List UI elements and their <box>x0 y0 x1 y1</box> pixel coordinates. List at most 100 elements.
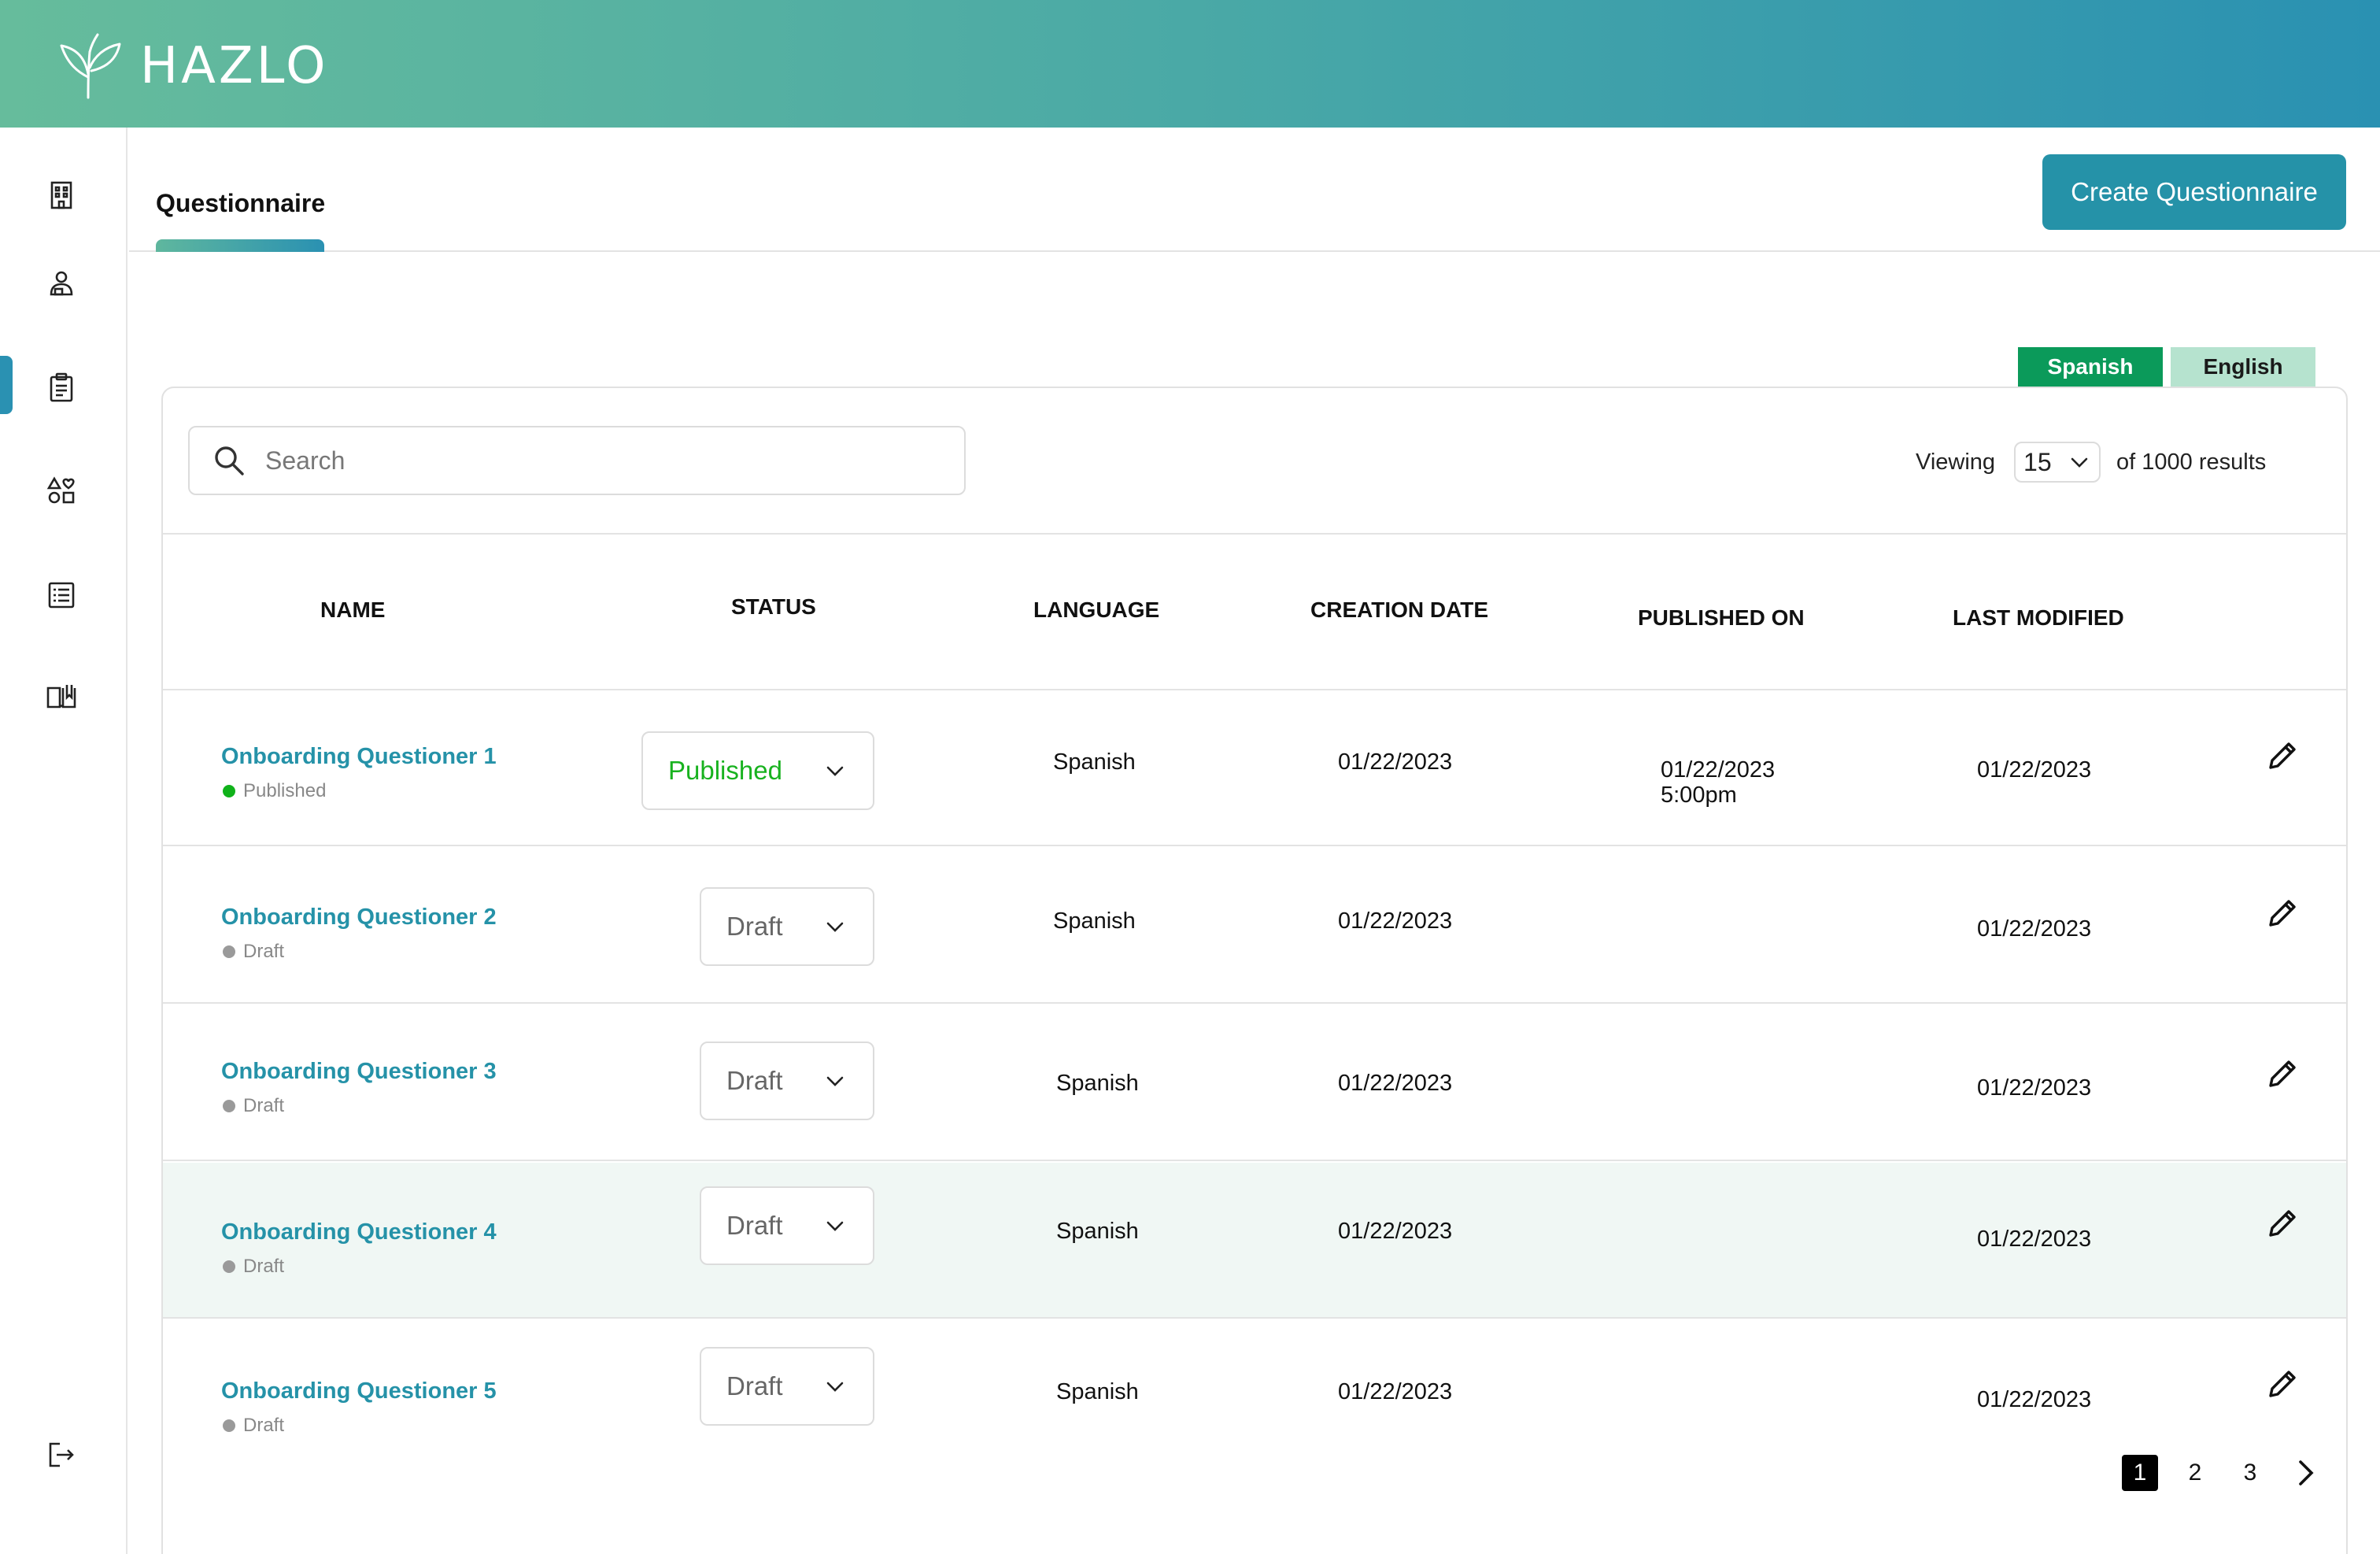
list-doc-icon <box>48 582 75 609</box>
row-status-text: Draft <box>243 1415 285 1436</box>
row-status-text: Published <box>243 780 327 801</box>
row-status-indicator: Draft <box>223 1415 284 1437</box>
page-3-button[interactable]: 3 <box>2232 1455 2268 1491</box>
last-modified-cell: 01/22/2023 <box>1977 1227 2092 1252</box>
column-header-status[interactable]: STATUS <box>731 594 816 620</box>
user-badge-icon <box>50 271 73 296</box>
status-dot-icon <box>223 945 235 958</box>
brand-name: HAZLO <box>140 37 329 95</box>
status-dropdown[interactable]: Draft <box>700 1347 874 1426</box>
table-row: Onboarding Questioner 4 Draft Draft Span… <box>163 1163 2346 1319</box>
page-1-button[interactable]: 1 <box>2122 1455 2158 1491</box>
column-header-language[interactable]: LANGUAGE <box>1033 598 1159 623</box>
last-modified-cell: 01/22/2023 <box>1977 757 2092 783</box>
status-dropdown-value: Published <box>668 756 782 785</box>
sidebar-item-questionnaires[interactable] <box>42 368 80 406</box>
row-status-indicator: Published <box>223 780 326 802</box>
search-input[interactable] <box>265 446 942 475</box>
last-modified-cell: 01/22/2023 <box>1977 1075 2092 1101</box>
status-dropdown[interactable]: Draft <box>700 887 874 966</box>
sidebar-item-library[interactable] <box>42 677 80 715</box>
edit-button[interactable] <box>2264 1204 2302 1241</box>
edit-button[interactable] <box>2264 894 2302 931</box>
last-modified-cell: 01/22/2023 <box>1977 1387 2092 1412</box>
tab-questionnaire[interactable]: Questionnaire <box>156 189 325 218</box>
language-cell: Spanish <box>1056 1219 1139 1244</box>
status-dropdown-value: Draft <box>726 1211 783 1240</box>
tab-active-underline <box>156 239 324 252</box>
column-header-name[interactable]: NAME <box>320 598 385 623</box>
status-dropdown[interactable]: Draft <box>700 1042 874 1120</box>
per-page-select[interactable]: 15 <box>2014 442 2101 483</box>
questionnaire-name-link[interactable]: Onboarding Questioner 5 <box>221 1378 497 1404</box>
questionnaire-name-link[interactable]: Onboarding Questioner 3 <box>221 1059 497 1085</box>
brand-logo[interactable]: HAZLO <box>50 28 329 104</box>
sidebar <box>0 128 128 1554</box>
viewing-label: Viewing <box>1916 449 1996 475</box>
language-cell: Spanish <box>1053 908 1136 934</box>
row-status-indicator: Draft <box>223 941 284 963</box>
row-status-text: Draft <box>243 1256 285 1277</box>
clipboard-icon <box>50 372 73 402</box>
page-2-button[interactable]: 2 <box>2177 1455 2213 1491</box>
pagination: 1 2 3 <box>2122 1455 2342 1491</box>
results-summary: Viewing 15 of 1000 results <box>1916 442 2266 483</box>
creation-date-cell: 01/22/2023 <box>1338 749 1453 775</box>
sidebar-item-users[interactable] <box>42 265 80 302</box>
row-status-indicator: Draft <box>223 1095 284 1117</box>
table-row: Onboarding Questioner 1 Published Publis… <box>163 690 2346 846</box>
edit-button[interactable] <box>2264 736 2302 774</box>
search-icon <box>215 446 244 475</box>
chevron-down-icon <box>826 1221 844 1231</box>
search-box[interactable] <box>188 426 966 495</box>
pencil-icon <box>2269 1060 2296 1087</box>
last-modified-cell: 01/22/2023 <box>1977 916 2092 942</box>
language-cell: Spanish <box>1056 1379 1139 1404</box>
top-bar: HAZLO <box>0 0 2380 128</box>
status-dot-icon <box>223 1100 235 1112</box>
sidebar-item-buildings[interactable] <box>42 176 80 214</box>
creation-date-cell: 01/22/2023 <box>1338 908 1453 934</box>
edit-button[interactable] <box>2264 1364 2302 1402</box>
book-open-icon <box>46 685 76 709</box>
table-header: NAME STATUS LANGUAGE CREATION DATE PUBLI… <box>163 533 2346 690</box>
questionnaire-name-link[interactable]: Onboarding Questioner 2 <box>221 905 497 931</box>
language-cell: Spanish <box>1056 1071 1139 1096</box>
column-header-creation-date[interactable]: CREATION DATE <box>1310 598 1488 623</box>
edit-button[interactable] <box>2264 1054 2302 1092</box>
sidebar-item-categories[interactable] <box>42 472 80 510</box>
next-page-button[interactable] <box>2287 1455 2323 1491</box>
status-dropdown[interactable]: Draft <box>700 1186 874 1265</box>
sidebar-logout[interactable] <box>42 1436 80 1474</box>
language-english-toggle[interactable]: English <box>2171 347 2315 387</box>
results-count: of 1000 results <box>2116 449 2267 475</box>
table-row: Onboarding Questioner 5 Draft Draft Span… <box>163 1320 2346 1476</box>
pencil-icon <box>2269 1371 2296 1397</box>
questionnaire-name-link[interactable]: Onboarding Questioner 4 <box>221 1219 497 1245</box>
row-status-text: Draft <box>243 941 285 962</box>
column-header-last-modified[interactable]: LAST MODIFIED <box>1953 605 2124 631</box>
table-row: Onboarding Questioner 2 Draft Draft Span… <box>163 848 2346 1004</box>
pencil-icon <box>2269 900 2296 927</box>
column-header-published-on[interactable]: PUBLISHED ON <box>1638 605 1805 631</box>
creation-date-cell: 01/22/2023 <box>1338 1379 1453 1404</box>
language-spanish-toggle[interactable]: Spanish <box>2018 347 2163 387</box>
creation-date-cell: 01/22/2023 <box>1338 1219 1453 1244</box>
create-questionnaire-button[interactable]: Create Questionnaire <box>2042 154 2346 230</box>
status-dropdown[interactable]: Published <box>641 731 874 810</box>
row-status-text: Draft <box>243 1095 285 1116</box>
shapes-heart-icon <box>46 476 75 504</box>
chevron-down-icon <box>826 922 844 932</box>
published-date-cell: 01/22/2023 <box>1661 757 1776 783</box>
status-dropdown-value: Draft <box>726 1371 783 1400</box>
status-dot-icon <box>223 1260 235 1273</box>
logout-icon <box>49 1442 74 1467</box>
sidebar-active-indicator <box>0 356 13 414</box>
row-status-indicator: Draft <box>223 1256 284 1278</box>
sidebar-item-reports[interactable] <box>42 576 80 614</box>
questionnaire-name-link[interactable]: Onboarding Questioner 1 <box>221 744 497 770</box>
chevron-down-icon <box>2071 457 2088 468</box>
per-page-value: 15 <box>2023 447 2052 476</box>
chevron-right-icon <box>2299 1460 2314 1486</box>
pencil-icon <box>2269 742 2296 769</box>
